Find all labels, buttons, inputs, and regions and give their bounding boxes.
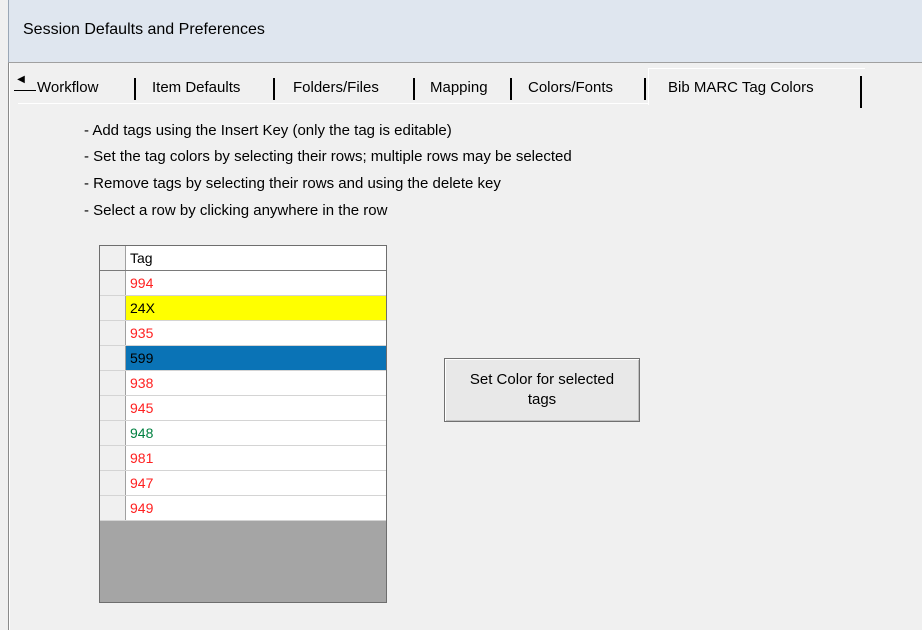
instruction-line: - Add tags using the Insert Key (only th… <box>84 122 452 139</box>
row-selector[interactable] <box>100 496 126 520</box>
tag-cell[interactable]: 938 <box>128 371 388 395</box>
table-row[interactable]: 949 <box>100 496 386 521</box>
tab-scroll-left-icon[interactable]: ◀ <box>14 72 28 88</box>
set-color-button-label-line2: tags <box>527 391 557 408</box>
tab-item-defaults[interactable]: Item Defaults <box>152 74 240 102</box>
table-row[interactable]: 947 <box>100 471 386 496</box>
row-selector[interactable] <box>100 321 126 345</box>
tab-mapping-label: Mapping <box>430 79 488 96</box>
table-row[interactable]: 981 <box>100 446 386 471</box>
tab-mapping[interactable]: Mapping <box>430 74 488 102</box>
left-frame-highlight <box>9 63 10 630</box>
tab-separator <box>644 78 646 100</box>
tag-cell[interactable]: 994 <box>128 271 388 295</box>
row-selector[interactable] <box>100 371 126 395</box>
table-row[interactable]: 599 <box>100 346 386 371</box>
row-selector[interactable] <box>100 421 126 445</box>
tab-separator <box>510 78 512 100</box>
table-row[interactable]: 938 <box>100 371 386 396</box>
tab-workflow-label: Workflow <box>37 79 99 96</box>
row-selector[interactable] <box>100 471 126 495</box>
table-row[interactable]: 24X <box>100 296 386 321</box>
set-color-button[interactable]: Set Color for selected tags <box>444 358 640 422</box>
tab-workflow[interactable]: Workflow <box>37 74 98 102</box>
tab-colors-fonts[interactable]: Colors/Fonts <box>528 74 613 102</box>
tag-cell[interactable]: 945 <box>128 396 388 420</box>
instruction-line: - Remove tags by selecting their rows an… <box>84 175 501 192</box>
tab-bib-marc-tag-colors-label: Bib MARC Tag Colors <box>668 79 814 96</box>
instruction-line: - Set the tag colors by selecting their … <box>84 148 572 165</box>
tag-cell[interactable]: 947 <box>128 471 388 495</box>
tag-cell[interactable]: 948 <box>128 421 388 445</box>
column-header-tag[interactable]: Tag <box>128 246 388 270</box>
tab-folders-files[interactable]: Folders/Files <box>293 74 379 102</box>
tag-cell[interactable]: 935 <box>128 321 388 345</box>
tab-separator <box>134 78 136 100</box>
tab-item-defaults-label: Item Defaults <box>152 79 241 96</box>
tab-separator <box>413 78 415 100</box>
row-selector[interactable] <box>100 346 126 370</box>
tag-cell[interactable]: 599 <box>128 346 388 370</box>
row-selector[interactable] <box>100 271 126 295</box>
tag-cell[interactable]: 24X <box>128 296 388 320</box>
row-selector[interactable] <box>100 446 126 470</box>
window-title: Session Defaults and Preferences <box>23 21 265 38</box>
dialog-window: Session Defaults and Preferences ◀ Workf… <box>0 0 922 630</box>
tag-cell[interactable]: 981 <box>128 446 388 470</box>
row-selector-header <box>100 246 126 270</box>
tab-scroll-underline <box>14 90 36 91</box>
table-row[interactable]: 945 <box>100 396 386 421</box>
tag-cell[interactable]: 949 <box>128 496 388 520</box>
set-color-button-label-line1: Set Color for selected <box>469 371 615 388</box>
title-divider <box>8 62 922 63</box>
title-bar: Session Defaults and Preferences <box>8 0 922 62</box>
table-row[interactable]: 935 <box>100 321 386 346</box>
tab-colors-fonts-label: Colors/Fonts <box>528 79 614 96</box>
tab-bib-marc-tag-colors[interactable]: Bib MARC Tag Colors <box>668 74 814 102</box>
instruction-line: - Select a row by clicking anywhere in t… <box>84 202 388 219</box>
table-row[interactable]: 948 <box>100 421 386 446</box>
tag-grid[interactable]: Tag 994 24X 935 599 938 945 948 981 947 949 <box>99 245 387 603</box>
row-selector[interactable] <box>100 396 126 420</box>
grid-header-row: Tag <box>100 246 386 271</box>
tab-separator <box>273 78 275 100</box>
tab-folders-files-label: Folders/Files <box>293 79 379 96</box>
row-selector[interactable] <box>100 296 126 320</box>
panel-top-border <box>18 103 648 104</box>
tab-separator <box>860 76 862 108</box>
table-row[interactable]: 994 <box>100 271 386 296</box>
